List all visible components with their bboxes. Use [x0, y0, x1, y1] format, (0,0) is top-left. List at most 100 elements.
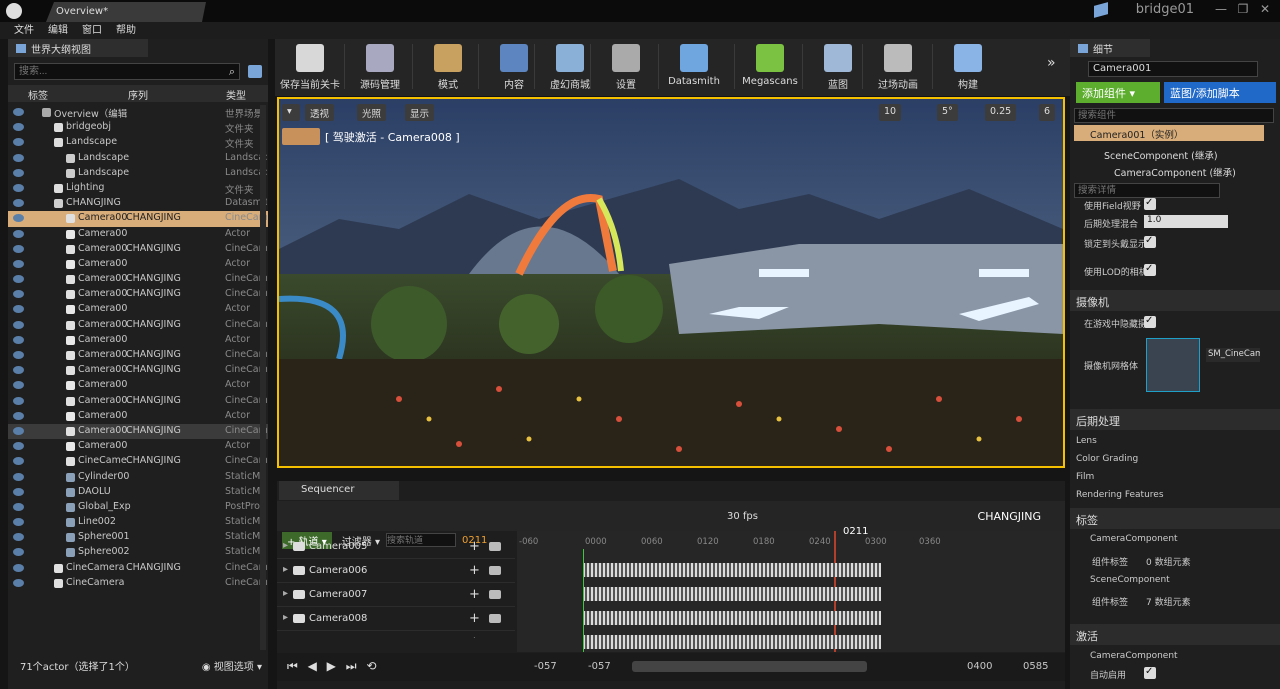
- visibility-eye-icon[interactable]: [13, 168, 24, 177]
- outliner-row[interactable]: CineCamera CineCam: [8, 576, 268, 591]
- outliner-row[interactable]: Camera00 Actor: [8, 409, 268, 424]
- expand-caret-icon[interactable]: ▸: [283, 564, 288, 575]
- show-button[interactable]: 显示: [405, 104, 435, 121]
- visibility-eye-icon[interactable]: [13, 199, 24, 208]
- timeline-area[interactable]: -060 0000 0060 0120 0180 0240 0300 0360 0211: [517, 526, 1065, 673]
- outliner-row[interactable]: Camera00 CHANGJING CineCam: [8, 394, 268, 409]
- camera-mesh-thumbnail[interactable]: [1146, 338, 1200, 392]
- minimize-button[interactable]: —: [1212, 2, 1230, 18]
- mesh-select[interactable]: SM_CineCam: [1206, 348, 1260, 362]
- outliner-row[interactable]: CHANGJING Datasmit: [8, 196, 268, 211]
- post-process-category[interactable]: Color Grading: [1076, 454, 1138, 464]
- scale-snap-value[interactable]: 0.25: [985, 104, 1017, 121]
- hide-in-game-checkbox[interactable]: [1144, 315, 1156, 328]
- outliner-row[interactable]: Landscape Landscap: [8, 166, 268, 181]
- outliner-row[interactable]: Camera00 Actor: [8, 257, 268, 272]
- outliner-row[interactable]: Camera00 Actor: [8, 439, 268, 454]
- outliner-row[interactable]: Line002 StaticMe: [8, 515, 268, 530]
- outliner-row[interactable]: Global_Exp PostProc: [8, 500, 268, 515]
- playback-controls[interactable]: ⏮ ◀ ▶ ⏭ ⟲: [287, 659, 379, 674]
- outliner-row[interactable]: Lighting 文件夹: [8, 181, 268, 196]
- visibility-eye-icon[interactable]: [13, 533, 24, 542]
- section-activation[interactable]: 激活: [1070, 624, 1280, 645]
- toolbar-megascans-button[interactable]: Megascans: [737, 41, 803, 93]
- col-type[interactable]: 类型: [226, 87, 246, 102]
- outliner-row[interactable]: Landscape 文件夹: [8, 135, 268, 150]
- camera-key-strip[interactable]: [583, 635, 881, 649]
- details-tab[interactable]: 细节: [1070, 39, 1150, 57]
- outliner-row[interactable]: Camera00 Actor: [8, 302, 268, 317]
- detail-prop-checkbox[interactable]: [1144, 235, 1156, 248]
- camera-key-strip[interactable]: [583, 611, 881, 625]
- outliner-settings-icon[interactable]: [248, 65, 262, 78]
- component-camera[interactable]: CameraComponent (继承): [1114, 165, 1236, 179]
- camera-cut-icon[interactable]: [489, 590, 501, 599]
- section-camera[interactable]: 摄像机: [1070, 290, 1280, 311]
- outliner-tab[interactable]: 世界大纲视图: [8, 39, 148, 57]
- range-start[interactable]: -057: [534, 661, 557, 672]
- sequencer-track[interactable]: ▸ Camera008 +: [277, 607, 515, 631]
- visibility-eye-icon[interactable]: [13, 426, 24, 435]
- visibility-eye-icon[interactable]: [13, 138, 24, 147]
- visibility-eye-icon[interactable]: [13, 457, 24, 466]
- lit-button[interactable]: 光照: [357, 104, 387, 121]
- post-process-category[interactable]: Rendering Features: [1076, 490, 1164, 500]
- component-root[interactable]: Camera001（实例）: [1074, 125, 1264, 141]
- visibility-eye-icon[interactable]: [13, 214, 24, 223]
- outliner-search[interactable]: ⌕: [14, 63, 240, 80]
- add-key-icon[interactable]: +: [469, 539, 480, 554]
- grid-snap-value[interactable]: 10: [879, 104, 902, 121]
- sequencer-track[interactable]: ▸ Camera007 +: [277, 583, 515, 607]
- outliner-row[interactable]: Landscape Landscap: [8, 151, 268, 166]
- camera-speed-value[interactable]: 6: [1039, 104, 1056, 121]
- outliner-row[interactable]: CineCamera CHANGJING CineCam: [8, 561, 268, 576]
- add-key-icon[interactable]: +: [469, 635, 480, 638]
- perspective-button[interactable]: 透视: [305, 104, 335, 121]
- sequencer-tab[interactable]: Sequencer: [279, 481, 399, 500]
- outliner-row[interactable]: DAOLU StaticMe: [8, 485, 268, 500]
- pilot-eject-button[interactable]: [282, 128, 320, 145]
- toolbar-source-control-button[interactable]: 源码管理: [347, 41, 413, 93]
- view-options-button[interactable]: ◉ 视图选项 ▾: [202, 658, 262, 673]
- expand-caret-icon[interactable]: ▸: [283, 636, 288, 638]
- toolbar-cinematics-button[interactable]: 过场动画: [865, 41, 931, 93]
- menu-help[interactable]: 帮助: [109, 22, 143, 39]
- add-component-button[interactable]: 添加组件 ▾: [1076, 82, 1160, 103]
- actor-name-field[interactable]: Camera001: [1088, 61, 1258, 77]
- outliner-row[interactable]: Camera00 CHANGJING CineCam: [8, 242, 268, 257]
- visibility-eye-icon[interactable]: [13, 108, 24, 116]
- detail-prop-checkbox[interactable]: [1144, 197, 1156, 210]
- fps-select[interactable]: 30 fps: [727, 511, 758, 522]
- expand-caret-icon[interactable]: ▸: [283, 612, 288, 623]
- outliner-row[interactable]: Camera00 CHANGJING CineCam: [8, 318, 268, 333]
- visibility-eye-icon[interactable]: [13, 381, 24, 390]
- viewport-menu-button[interactable]: ▾: [282, 104, 300, 121]
- col-label[interactable]: 标签: [28, 87, 48, 102]
- outliner-row[interactable]: Camera00 CHANGJING CineCam: [8, 287, 268, 302]
- sequencer-track[interactable]: ▸ Camera009 +: [277, 631, 515, 638]
- timeline-scrollbar[interactable]: [632, 661, 867, 672]
- toolbar-modes-button[interactable]: 模式: [415, 41, 481, 93]
- outliner-row[interactable]: Camera00 Actor: [8, 227, 268, 242]
- add-key-icon[interactable]: +: [469, 611, 480, 626]
- visibility-eye-icon[interactable]: [13, 502, 24, 511]
- visibility-eye-icon[interactable]: [13, 153, 24, 162]
- camera-key-strip[interactable]: [583, 587, 881, 601]
- toolbar-settings-button[interactable]: 设置: [593, 41, 659, 93]
- col-sequence[interactable]: 序列: [128, 87, 148, 102]
- detail-prop-value[interactable]: 1.0: [1144, 215, 1228, 228]
- range-end-view[interactable]: 0400: [967, 661, 992, 672]
- outliner-row[interactable]: Camera00 CHANGJING CineCam: [8, 423, 268, 440]
- expand-caret-icon[interactable]: ▸: [283, 540, 288, 551]
- blueprint-button[interactable]: 蓝图/添加脚本: [1164, 82, 1276, 103]
- outliner-row[interactable]: Camera00 Actor: [8, 333, 268, 348]
- angle-snap-value[interactable]: 5°: [937, 104, 958, 121]
- visibility-eye-icon[interactable]: [13, 366, 24, 375]
- outliner-search-input[interactable]: [15, 64, 215, 79]
- document-tab[interactable]: Overview*: [46, 2, 206, 22]
- visibility-eye-icon[interactable]: [13, 487, 24, 496]
- expand-caret-icon[interactable]: ▸: [283, 588, 288, 599]
- add-key-icon[interactable]: +: [469, 587, 480, 602]
- details-search-input[interactable]: [1074, 183, 1220, 198]
- visibility-eye-icon[interactable]: [13, 290, 24, 299]
